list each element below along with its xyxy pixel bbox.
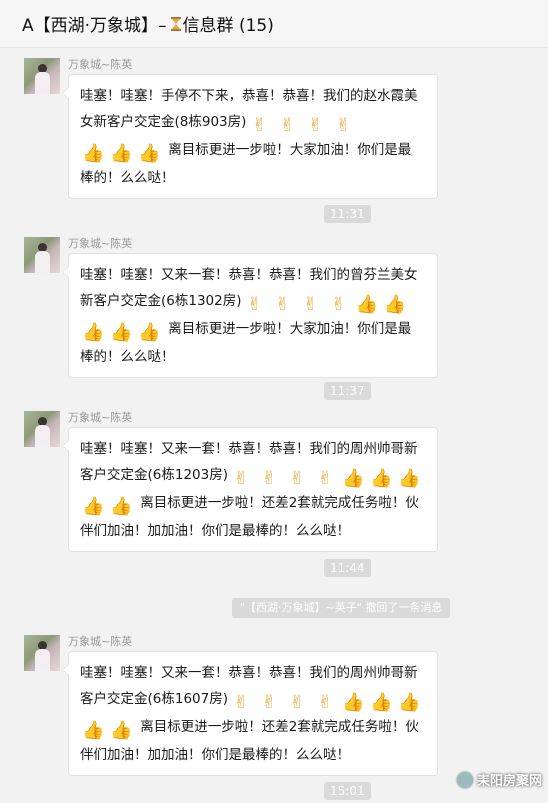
victory-hand-icon: ✌ <box>261 468 277 489</box>
message-line: 新客户交定金(6栋1302房) ✌ ✌ ✌ ✌ 👍 👍 <box>80 288 427 316</box>
watermark: 耒阳房聚网 <box>456 770 542 789</box>
message-text: 离目标更进一步啦！大家加油！你们是最 <box>168 321 412 337</box>
thumbs-up-icon: 👍 <box>82 143 105 164</box>
message-line: 哇塞！哇塞！又来一套！恭喜！恭喜！我们的周州帅哥新 <box>80 665 418 681</box>
avatar[interactable] <box>24 237 60 273</box>
victory-hand-icon: ✌ <box>261 692 277 713</box>
message-line: 哇塞！哇塞！又来一套！恭喜！恭喜！我们的曾芬兰美女 <box>80 267 418 283</box>
timestamp: 11:44 <box>324 559 371 577</box>
victory-hand-icon: ✌ <box>289 692 305 713</box>
thumbs-up-icon: 👍 <box>110 322 133 343</box>
message-line: 👍 👍 👍 离目标更进一步啦！大家加油！你们是最 <box>80 137 427 165</box>
sender-name: 万象城~陈英 <box>68 58 133 71</box>
victory-hand-icon: ✌ <box>302 294 319 315</box>
message-line: 👍 👍 离目标更进一步啦！还差2套就完成任务啦！伙 <box>80 490 427 518</box>
thumbs-up-icon: 👍 <box>110 720 133 741</box>
victory-hand-icon: ✌ <box>317 468 333 489</box>
sender-name: 万象城~陈英 <box>68 635 133 648</box>
message-text: 离目标更进一步啦！还差2套就完成任务啦！伙 <box>140 719 419 735</box>
thumbs-up-icon: 👍 <box>383 294 406 315</box>
message-line: 女新客户交定金(8栋903房) ✌ ✌ ✌ ✌ <box>80 109 427 137</box>
message-text: 离目标更进一步啦！还差2套就完成任务啦！伙 <box>140 495 419 511</box>
watermark-logo-icon <box>456 771 473 788</box>
thumbs-up-icon: 👍 <box>369 468 393 489</box>
message-bubble[interactable]: 哇塞！哇塞！手停不下来，恭喜！恭喜！我们的赵水霞美 女新客户交定金(8栋903房… <box>62 74 438 199</box>
thumbs-up-icon: 👍 <box>138 143 161 164</box>
message-text: 客户交定金(6栋1203房) <box>80 467 228 483</box>
thumbs-up-icon: 👍 <box>341 468 365 489</box>
chat-title-prefix: A【西湖·万象城】– <box>22 16 167 36</box>
victory-hand-icon: ✌ <box>335 115 351 136</box>
message-line: 棒的！么么哒！ <box>80 349 175 365</box>
watermark-text: 耒阳房聚网 <box>476 774 542 789</box>
message-line: 伴们加油！加加油！你们是最棒的！么么哒！ <box>80 523 350 539</box>
message-text: 女新客户交定金(8栋903房) <box>80 114 247 130</box>
victory-hand-icon: ✌ <box>233 468 249 489</box>
thumbs-up-icon: 👍 <box>110 143 133 164</box>
thumbs-up-icon: 👍 <box>110 496 133 517</box>
message-bubble[interactable]: 哇塞！哇塞！又来一套！恭喜！恭喜！我们的曾芬兰美女 新客户交定金(6栋1302房… <box>62 253 438 378</box>
message-line: 伴们加油！加加油！你们是最棒的！么么哒！ <box>80 747 350 763</box>
message-line: 哇塞！哇塞！手停不下来，恭喜！恭喜！我们的赵水霞美 <box>80 88 418 104</box>
thumbs-up-icon: 👍 <box>355 294 378 315</box>
message-bubble[interactable]: 哇塞！哇塞！又来一套！恭喜！恭喜！我们的周州帅哥新 客户交定金(6栋1607房)… <box>62 651 438 776</box>
message-line: 👍 👍 离目标更进一步啦！还差2套就完成任务啦！伙 <box>80 714 427 742</box>
timestamp: 15:01 <box>324 782 371 800</box>
message-line: 客户交定金(6栋1607房) ✌ ✌ ✌ ✌ 👍 👍 👍 <box>80 686 427 714</box>
victory-hand-icon: ✌ <box>233 692 249 713</box>
message-line: 👍 👍 👍 离目标更进一步啦！大家加油！你们是最 <box>80 316 427 344</box>
avatar[interactable] <box>24 635 60 671</box>
sender-name: 万象城~陈英 <box>68 411 133 424</box>
chat-title-bar: A【西湖·万象城】– 信息群 (15) <box>0 0 548 48</box>
thumbs-up-icon: 👍 <box>397 468 421 489</box>
message-line: 棒的！么么哒！ <box>80 170 175 186</box>
avatar[interactable] <box>24 58 60 94</box>
thumbs-up-icon: 👍 <box>82 496 105 517</box>
sender-name: 万象城~陈英 <box>68 237 133 250</box>
message-text: 新客户交定金(6栋1302房) <box>80 293 242 309</box>
recall-notice: "【西湖·万象城】~英子" 撤回了一条消息 <box>232 598 451 618</box>
thumbs-up-icon: 👍 <box>82 322 105 343</box>
thumbs-up-icon: 👍 <box>397 692 421 713</box>
chat-title-suffix: 信息群 (15) <box>182 16 274 36</box>
timestamp: 11:37 <box>324 382 371 400</box>
victory-hand-icon: ✌ <box>307 115 323 136</box>
thumbs-up-icon: 👍 <box>138 322 161 343</box>
victory-hand-icon: ✌ <box>317 692 333 713</box>
victory-hand-icon: ✌ <box>289 468 305 489</box>
hourglass-icon <box>170 16 181 31</box>
victory-hand-icon: ✌ <box>246 294 263 315</box>
victory-hand-icon: ✌ <box>251 115 267 136</box>
message-bubble[interactable]: 哇塞！哇塞！又来一套！恭喜！恭喜！我们的周州帅哥新 客户交定金(6栋1203房)… <box>62 427 438 552</box>
message-text: 客户交定金(6栋1607房) <box>80 691 228 707</box>
message-line: 客户交定金(6栋1203房) ✌ ✌ ✌ ✌ 👍 👍 👍 <box>80 462 427 490</box>
thumbs-up-icon: 👍 <box>341 692 365 713</box>
message-line: 哇塞！哇塞！又来一套！恭喜！恭喜！我们的周州帅哥新 <box>80 441 418 457</box>
thumbs-up-icon: 👍 <box>82 720 105 741</box>
avatar[interactable] <box>24 411 60 447</box>
victory-hand-icon: ✌ <box>330 294 347 315</box>
victory-hand-icon: ✌ <box>279 115 295 136</box>
thumbs-up-icon: 👍 <box>369 692 393 713</box>
timestamp: 11:31 <box>324 205 371 223</box>
victory-hand-icon: ✌ <box>274 294 291 315</box>
message-text: 离目标更进一步啦！大家加油！你们是最 <box>168 142 412 158</box>
